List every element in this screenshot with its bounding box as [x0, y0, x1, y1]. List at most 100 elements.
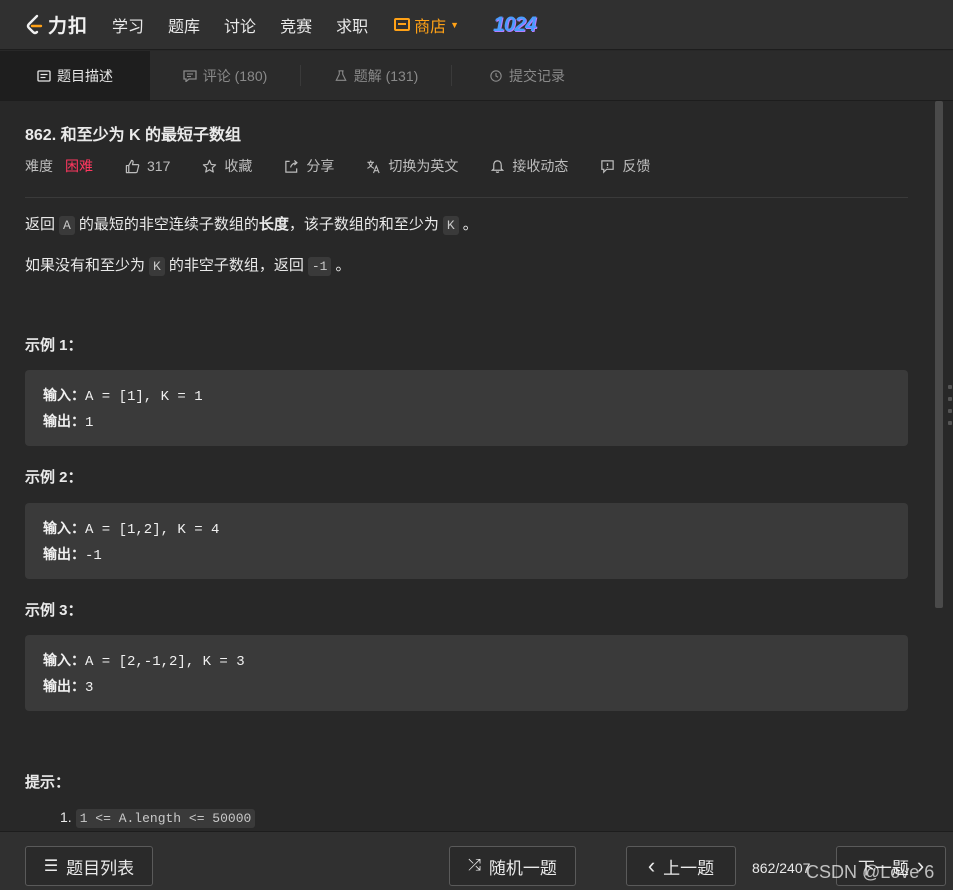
example-output: 输出：-1	[43, 545, 890, 571]
example-heading: 示例 2：	[25, 469, 83, 486]
example-box: 输入：A = [1,2], K = 4 输出：-1	[25, 503, 908, 579]
random-problem-button[interactable]: ⤮ 随机一题	[449, 846, 576, 886]
desc-text: ，该子数组的和至少为	[288, 216, 439, 233]
hint-heading: 提示：	[25, 774, 71, 791]
description-paragraph-2: 如果没有和至少为 K 的非空子数组，返回 -1。	[25, 254, 351, 276]
prev-problem-label: 上一题	[663, 858, 715, 878]
flask-icon	[335, 69, 347, 81]
store-label: 商店	[414, 18, 447, 36]
nav-item-discuss[interactable]: 讨论	[224, 13, 256, 37]
input-value: A = [2,-1,2], K = 3	[85, 654, 245, 670]
list-icon: ☰	[43, 858, 59, 875]
hint-number: 1.	[60, 809, 72, 825]
like-count: 317	[147, 158, 171, 174]
event-badge-1024[interactable]: 1024	[493, 13, 537, 37]
nav-item-jobs[interactable]: 求职	[336, 13, 368, 37]
tab-solutions-label: 题解 (131)	[353, 67, 419, 84]
example-output: 输出：1	[43, 412, 890, 438]
inline-code: K	[149, 257, 165, 276]
logo[interactable]: 力扣	[24, 11, 88, 38]
nav-item-contest[interactable]: 竞赛	[280, 13, 312, 37]
nav-item-problems[interactable]: 题库	[168, 13, 200, 37]
output-label: 输出：	[43, 546, 85, 562]
difficulty-value: 困难	[65, 158, 93, 174]
example-input: 输入：A = [1], K = 1	[43, 386, 890, 412]
desc-text: 如果没有和至少为	[25, 257, 146, 274]
tab-solutions[interactable]: 题解 (131)	[301, 51, 451, 100]
bell-icon	[491, 159, 505, 173]
nav-item-store[interactable]: 商店 ▼	[394, 13, 459, 37]
favorite-label: 收藏	[224, 158, 253, 174]
feedback-icon	[601, 159, 615, 174]
output-value: 1	[85, 415, 94, 431]
clock-icon	[490, 69, 502, 82]
favorite-button[interactable]: 收藏	[202, 156, 252, 176]
input-label: 输入：	[43, 520, 85, 536]
store-icon	[394, 18, 411, 31]
tab-comments[interactable]: 评论 (180)	[150, 51, 300, 100]
caret-down-icon: ▼	[450, 19, 460, 30]
problem-tabs: 题目描述 评论 (180) 题解 (131) 提交记录	[0, 51, 953, 101]
scrollbar-thumb[interactable]	[935, 101, 943, 608]
translate-icon	[367, 159, 381, 173]
star-icon	[203, 159, 217, 173]
tab-description[interactable]: 题目描述	[0, 51, 150, 100]
nav-item-learn[interactable]: 学习	[112, 13, 144, 37]
switch-language-label: 切换为英文	[388, 158, 459, 174]
tab-submissions[interactable]: 提交记录	[452, 51, 602, 100]
example-input: 输入：A = [1,2], K = 4	[43, 519, 890, 545]
desc-text: 。	[462, 216, 478, 233]
tab-submissions-label: 提交记录	[509, 67, 565, 84]
chevron-left-icon: ‹	[647, 853, 656, 878]
subscribe-button[interactable]: 接收动态	[490, 156, 568, 176]
input-value: A = [1], K = 1	[85, 389, 203, 405]
prev-problem-button[interactable]: ‹ 上一题	[626, 846, 736, 886]
problem-list-button[interactable]: ☰ 题目列表	[25, 846, 153, 886]
divider	[25, 197, 908, 198]
description-paragraph-1: 返回 A 的最短的非空连续子数组的长度，该子数组的和至少为 K。	[25, 213, 478, 235]
inline-code: -1	[307, 257, 332, 276]
share-icon	[285, 159, 299, 173]
scrollbar[interactable]	[933, 101, 945, 831]
csdn-watermark: CSDN @Love 6	[806, 862, 935, 882]
output-label: 输出：	[43, 413, 85, 429]
input-label: 输入：	[43, 652, 85, 668]
problem-pager: 862/2407	[752, 860, 811, 876]
problem-title: 862. 和至少为 K 的最短子数组	[25, 127, 242, 144]
hint-list-item: 1. 1 <= A.length <= 50000	[60, 809, 259, 828]
logo-text: 力扣	[48, 16, 89, 37]
output-value: 3	[85, 680, 94, 696]
bottom-toolbar: ☰ 题目列表 ⤮ 随机一题 ‹ 上一题 862/2407 下一题 › CSDN …	[0, 831, 953, 890]
share-label: 分享	[306, 158, 335, 174]
difficulty: 难度 困难	[25, 156, 93, 176]
top-navbar: 力扣 学习 题库 讨论 竞赛 求职 商店 ▼ 1024	[0, 0, 953, 50]
example-box: 输入：A = [1], K = 1 输出：1	[25, 370, 908, 446]
example-heading: 示例 3：	[25, 602, 83, 619]
description-icon	[37, 69, 51, 82]
example-heading: 示例 1：	[25, 337, 83, 354]
shuffle-icon: ⤮	[468, 857, 481, 874]
desc-text: 返回	[25, 216, 56, 233]
comment-icon	[183, 69, 197, 82]
problem-list-label: 题目列表	[66, 858, 135, 878]
inline-code: 1 <= A.length <= 50000	[75, 809, 256, 828]
random-problem-label: 随机一题	[488, 858, 557, 878]
desc-text: 的非空子数组，返回	[168, 257, 304, 274]
output-value: -1	[85, 548, 102, 564]
switch-language-button[interactable]: 切换为英文	[366, 156, 458, 176]
example-output: 输出：3	[43, 677, 890, 703]
example-box: 输入：A = [2,-1,2], K = 3 输出：3	[25, 635, 908, 711]
difficulty-label: 难度	[25, 158, 53, 174]
tab-description-label: 题目描述	[57, 67, 113, 84]
problem-content[interactable]: 862. 和至少为 K 的最短子数组 难度 困难 317 收藏 分享 切换为英文…	[0, 101, 933, 831]
feedback-button[interactable]: 反馈	[600, 156, 650, 176]
panel-resize-handle[interactable]	[947, 385, 953, 445]
like-button[interactable]: 317	[125, 158, 170, 174]
subscribe-label: 接收动态	[512, 158, 569, 174]
problem-meta-bar: 难度 困难 317 收藏 分享 切换为英文 接收动态 反馈	[25, 156, 682, 176]
leetcode-logo-icon	[26, 14, 43, 34]
input-label: 输入：	[43, 387, 85, 403]
share-button[interactable]: 分享	[284, 156, 334, 176]
inline-code: K	[442, 216, 459, 235]
desc-text: 。	[335, 257, 351, 274]
